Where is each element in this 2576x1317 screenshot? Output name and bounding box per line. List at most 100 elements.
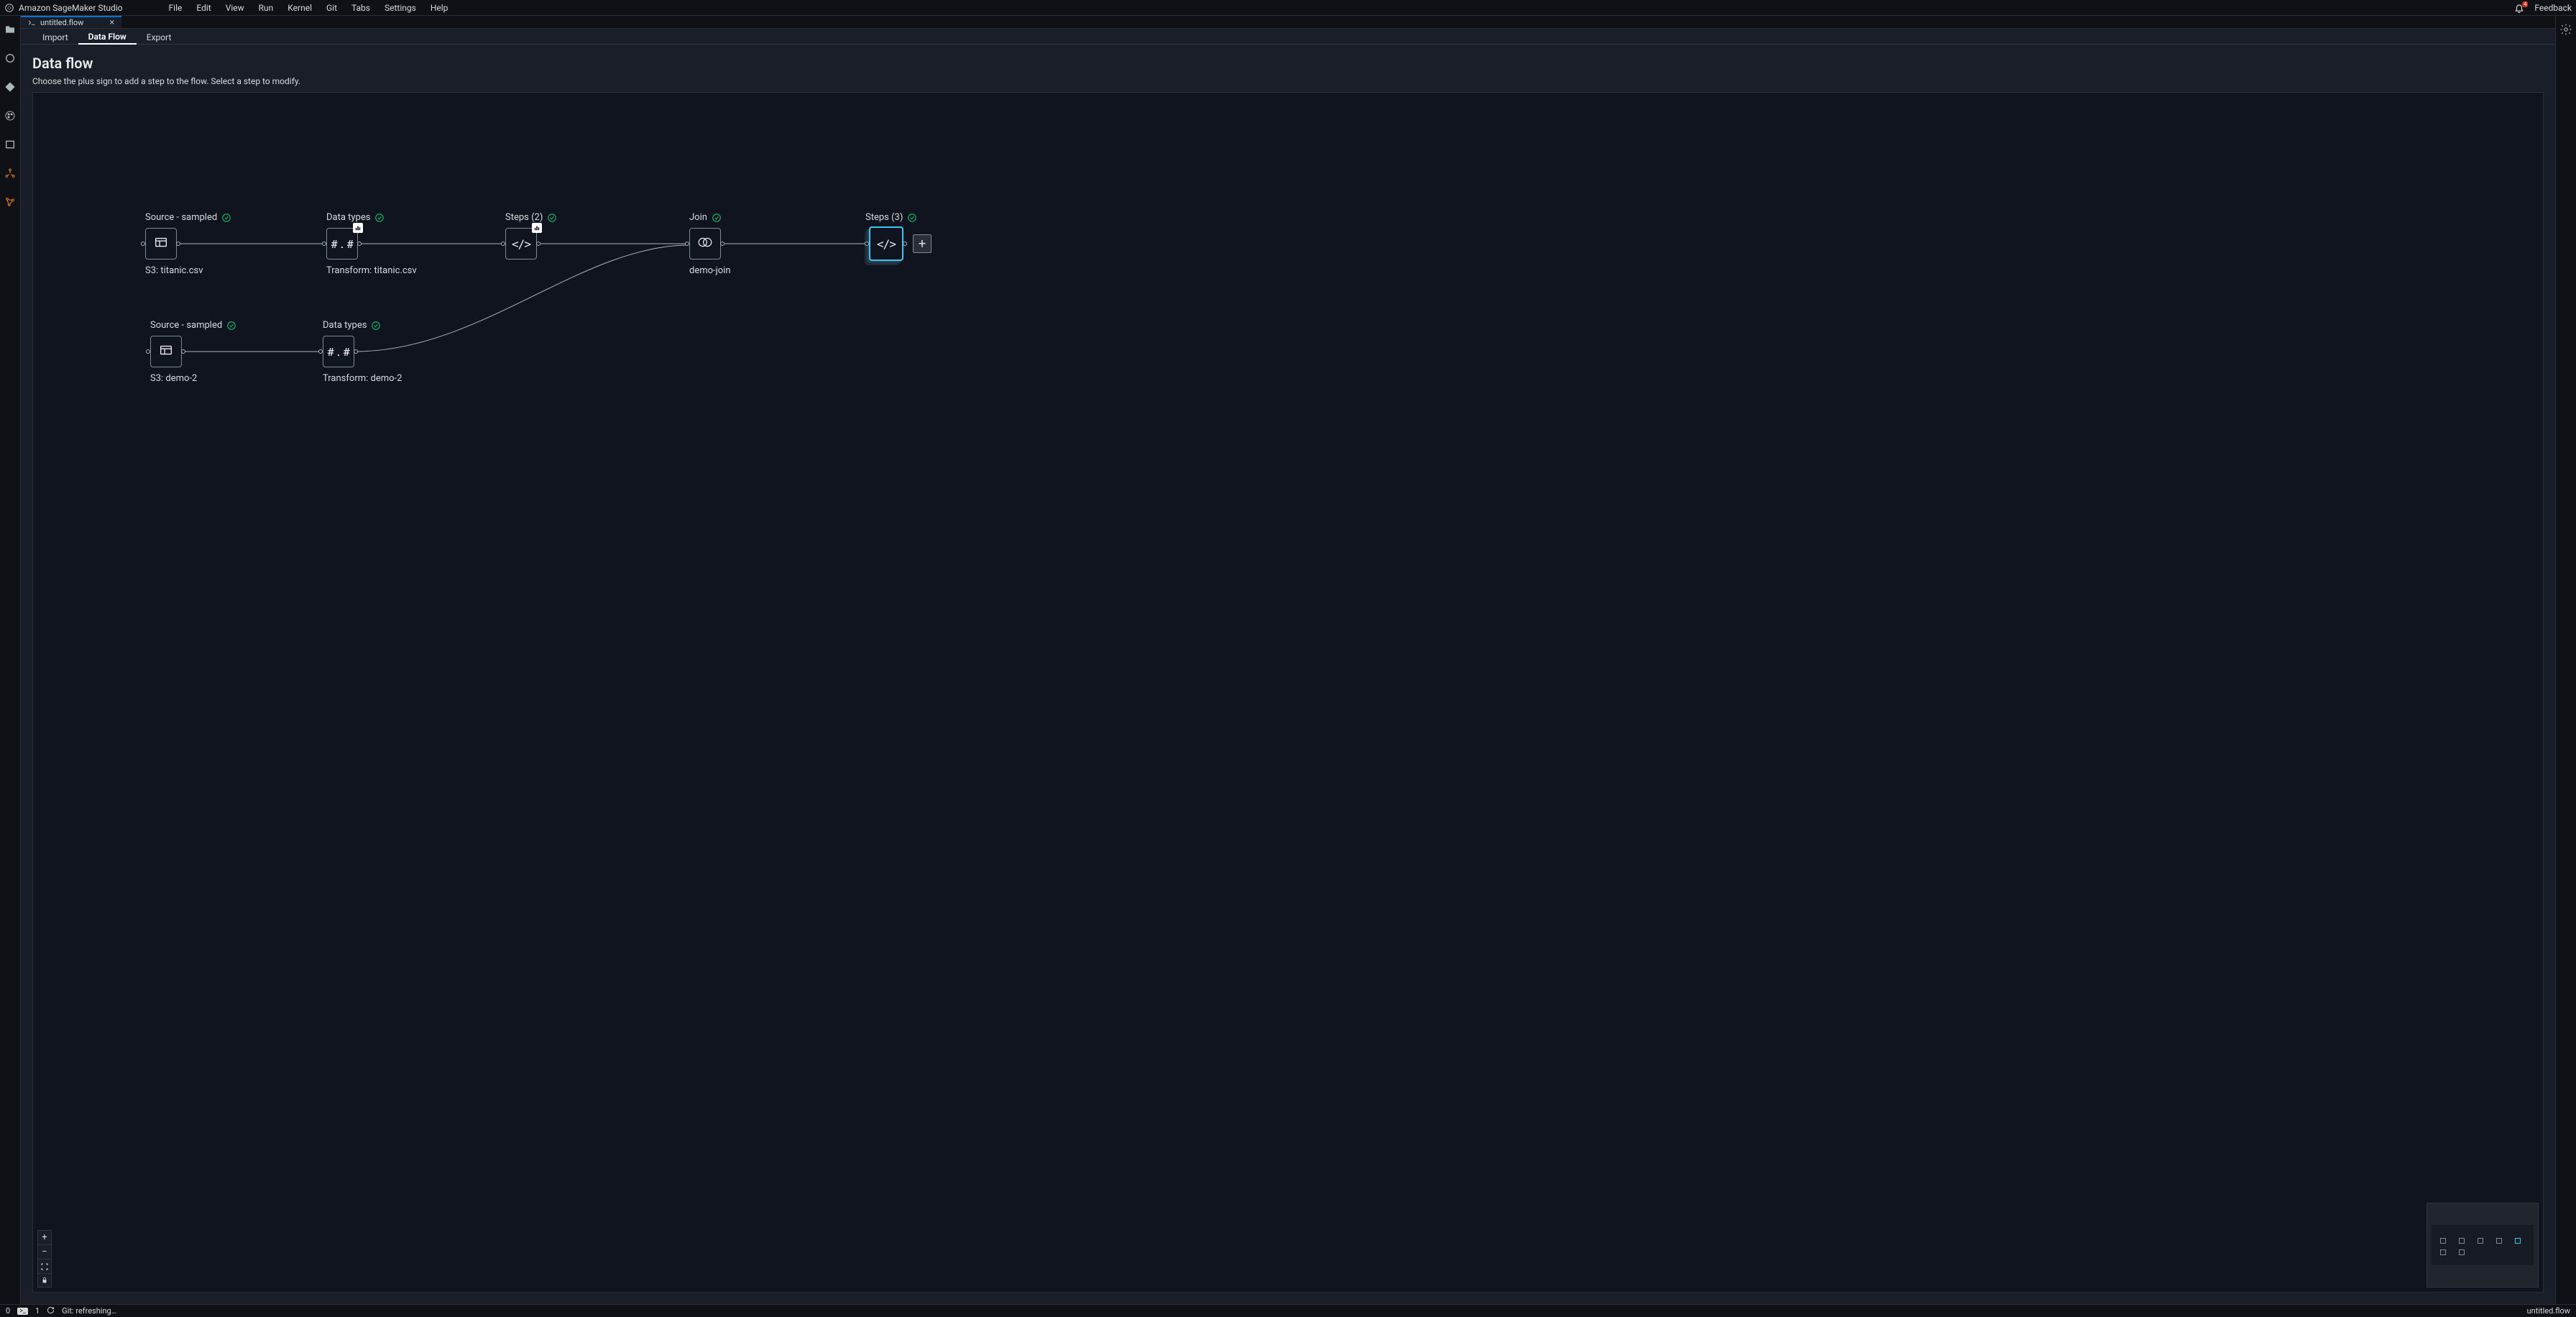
window-icon[interactable] [4, 138, 17, 151]
git-status[interactable]: Git: refreshing… [62, 1306, 116, 1316]
check-icon [374, 213, 385, 223]
zoom-out-button[interactable]: − [37, 1244, 52, 1259]
status-zero[interactable]: 0 [6, 1306, 10, 1316]
subtab-export[interactable]: Export [137, 29, 182, 44]
hash-icon: # . # [327, 345, 350, 359]
port[interactable] [865, 242, 869, 246]
zoom-fit-button[interactable] [37, 1259, 52, 1273]
node-source2-sub: S3: demo-2 [150, 373, 197, 384]
refresh-icon[interactable] [47, 1306, 55, 1316]
menu-settings[interactable]: Settings [379, 1, 422, 14]
menu-file[interactable]: File [163, 1, 188, 14]
check-icon [221, 213, 231, 223]
zoom-in-button[interactable]: + [37, 1230, 52, 1244]
node-steps2-title: Steps (2) [505, 212, 543, 223]
gear-icon[interactable] [2559, 23, 2572, 36]
folder-icon[interactable] [4, 23, 17, 36]
file-tab-untitled[interactable]: untitled.flow × [21, 16, 121, 28]
node-source1[interactable] [145, 228, 177, 260]
subtab-dataflow[interactable]: Data Flow [78, 29, 137, 45]
subtab-bar: Import Data Flow Export [21, 29, 2555, 45]
port[interactable] [354, 349, 358, 354]
node-steps3-title: Steps (3) [865, 212, 903, 223]
port[interactable] [181, 349, 185, 354]
node-dtypes2-sub: Transform: demo-2 [323, 373, 402, 384]
check-icon [907, 213, 917, 223]
left-rail [0, 16, 21, 1304]
terminal-icon[interactable]: >_ [17, 1308, 28, 1315]
page-subtitle: Choose the plus sign to add a step to th… [32, 76, 2544, 86]
hash-icon: # . # [331, 237, 354, 251]
dataset-icon [158, 342, 174, 361]
join-icon [696, 236, 714, 252]
triangle-nodes-icon[interactable] [4, 167, 17, 180]
circle-icon[interactable] [4, 52, 17, 65]
node-join[interactable] [689, 228, 721, 260]
port[interactable] [536, 242, 540, 246]
menu-kernel[interactable]: Kernel [282, 1, 318, 14]
right-rail [2555, 16, 2576, 1304]
flow-canvas[interactable]: Source - sampled S3: titanic.csv Data ty… [32, 92, 2544, 1293]
statusbar: 0 >_ 1 Git: refreshing… untitled.flow [0, 1304, 2576, 1317]
port[interactable] [318, 349, 323, 354]
port[interactable] [720, 242, 724, 246]
check-icon [547, 213, 557, 223]
node-join-title: Join [689, 212, 707, 223]
chart-badge-icon [532, 223, 542, 233]
port[interactable] [146, 349, 150, 354]
file-tabstrip: untitled.flow × [21, 16, 2555, 29]
node-join-sub: demo-join [689, 265, 731, 276]
notifications-button[interactable]: 4 [2514, 3, 2524, 13]
chart-badge-icon [353, 223, 363, 233]
node-source2[interactable] [150, 336, 182, 367]
node-dtypes2[interactable]: # . # [323, 336, 354, 367]
minimap[interactable] [2426, 1203, 2539, 1288]
flow-file-icon [28, 19, 36, 27]
notification-badge: 4 [2522, 1, 2528, 7]
node-source2-title: Source - sampled [150, 320, 222, 331]
node-steps2[interactable]: </> [505, 228, 537, 260]
palette-icon[interactable] [4, 109, 17, 122]
port[interactable] [322, 242, 326, 246]
menu-tabs[interactable]: Tabs [346, 1, 376, 14]
port[interactable] [357, 242, 362, 246]
dataset-icon [153, 234, 169, 253]
page-title: Data flow [32, 55, 2544, 72]
content-area: untitled.flow × Import Data Flow Export … [21, 16, 2555, 1304]
menu-help[interactable]: Help [425, 1, 454, 14]
code-icon: </> [512, 237, 530, 251]
port[interactable] [903, 242, 907, 246]
menubar: File Edit View Run Kernel Git Tabs Setti… [163, 1, 454, 14]
port[interactable] [176, 242, 180, 246]
page-header: Data flow Choose the plus sign to add a … [21, 45, 2555, 92]
node-dtypes1-title: Data types [326, 212, 370, 223]
port[interactable] [501, 242, 505, 246]
node-dtypes2-title: Data types [323, 320, 367, 331]
port[interactable] [141, 242, 145, 246]
node-source1-sub: S3: titanic.csv [145, 265, 203, 276]
port[interactable] [685, 242, 689, 246]
node-dtypes1[interactable]: # . # [326, 228, 358, 260]
check-icon [371, 321, 381, 331]
topbar: Amazon SageMaker Studio File Edit View R… [0, 0, 2576, 16]
network-icon[interactable] [4, 196, 17, 208]
node-dtypes1-sub: Transform: titanic.csv [326, 265, 417, 276]
close-tab-button[interactable]: × [109, 17, 114, 28]
menu-git[interactable]: Git [321, 1, 343, 14]
file-tab-label: untitled.flow [40, 18, 83, 27]
menu-run[interactable]: Run [253, 1, 280, 14]
statusbar-filename: untitled.flow [2527, 1306, 2570, 1316]
check-icon [712, 213, 722, 223]
lock-button[interactable] [37, 1273, 52, 1288]
add-step-button[interactable]: + [913, 234, 932, 253]
code-icon: </> [877, 237, 896, 251]
feedback-link[interactable]: Feedback [2534, 3, 2572, 13]
node-steps3[interactable]: </> [869, 226, 903, 261]
menu-edit[interactable]: Edit [190, 1, 216, 14]
status-one[interactable]: 1 [35, 1306, 40, 1316]
diamond-icon[interactable] [4, 81, 17, 93]
canvas-wrap: Source - sampled S3: titanic.csv Data ty… [32, 92, 2544, 1293]
menu-view[interactable]: View [220, 1, 250, 14]
aws-logo-icon [4, 3, 14, 13]
subtab-import[interactable]: Import [32, 29, 78, 44]
